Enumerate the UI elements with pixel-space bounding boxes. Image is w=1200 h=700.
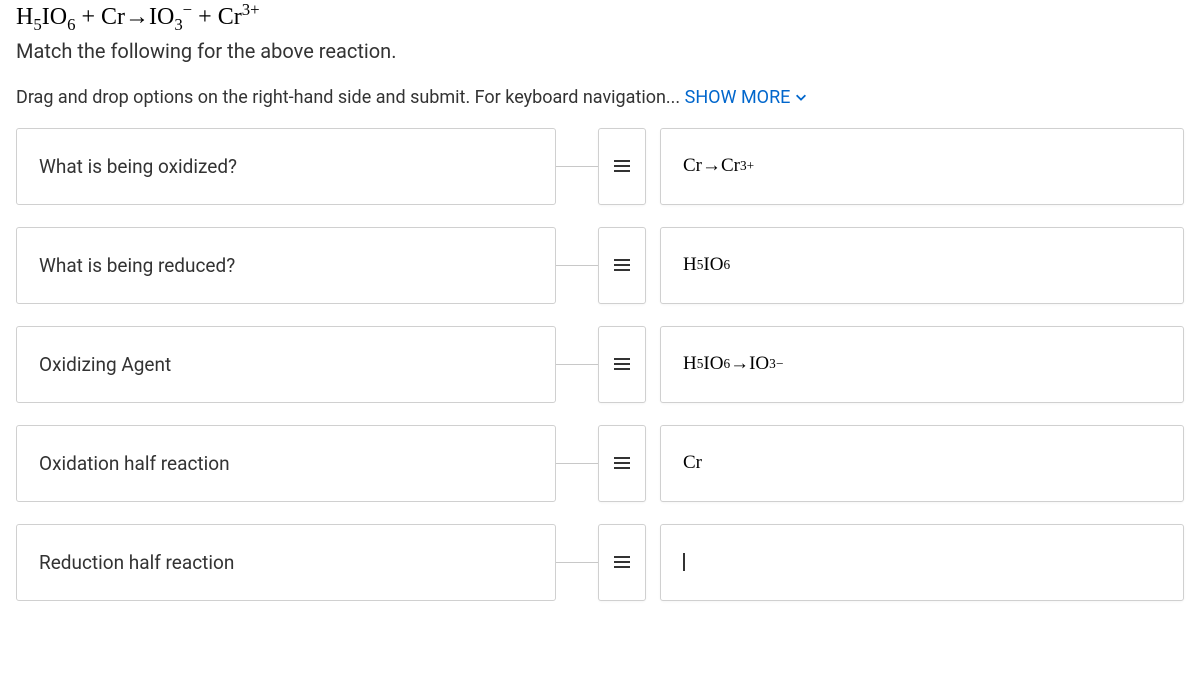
- connector: [556, 128, 598, 205]
- prompt-box: Oxidation half reaction: [16, 425, 556, 502]
- match-row: Oxidation half reaction Cr: [16, 425, 1184, 502]
- drag-instruction: Drag and drop options on the right-hand …: [0, 87, 1200, 128]
- prompt-box: Reduction half reaction: [16, 524, 556, 601]
- drag-handle[interactable]: [598, 524, 646, 601]
- match-row: What is being oxidized? Cr→Cr3+: [16, 128, 1184, 205]
- answer-box[interactable]: Cr→Cr3+: [660, 128, 1184, 205]
- drag-handle-icon: [613, 357, 631, 371]
- answer-box[interactable]: H5IO6→IO3−: [660, 326, 1184, 403]
- match-row: Oxidizing Agent H5IO6→IO3−: [16, 326, 1184, 403]
- drag-handle-icon: [613, 159, 631, 173]
- match-row: What is being reduced? H5IO6: [16, 227, 1184, 304]
- answer-box[interactable]: [660, 524, 1184, 601]
- connector: [556, 227, 598, 304]
- chevron-down-icon: [794, 90, 808, 104]
- drag-handle[interactable]: [598, 128, 646, 205]
- answer-box[interactable]: H5IO6: [660, 227, 1184, 304]
- drag-handle[interactable]: [598, 326, 646, 403]
- connector: [556, 326, 598, 403]
- prompt-box: What is being reduced?: [16, 227, 556, 304]
- answer-box[interactable]: Cr: [660, 425, 1184, 502]
- match-row: Reduction half reaction: [16, 524, 1184, 601]
- reaction-equation: H5IO6 + Cr→IO3− + Cr3+: [16, 0, 1184, 35]
- match-instruction: Match the following for the above reacti…: [16, 39, 1184, 63]
- drag-instruction-text: Drag and drop options on the right-hand …: [16, 87, 685, 108]
- connector: [556, 524, 598, 601]
- prompt-box: Oxidizing Agent: [16, 326, 556, 403]
- connector: [556, 425, 598, 502]
- drag-handle-icon: [613, 555, 631, 569]
- show-more-link[interactable]: SHOW MORE: [685, 87, 809, 108]
- drag-handle-icon: [613, 258, 631, 272]
- drag-handle-icon: [613, 456, 631, 470]
- drag-handle[interactable]: [598, 227, 646, 304]
- prompt-box: What is being oxidized?: [16, 128, 556, 205]
- show-more-label: SHOW MORE: [685, 87, 791, 108]
- drag-handle[interactable]: [598, 425, 646, 502]
